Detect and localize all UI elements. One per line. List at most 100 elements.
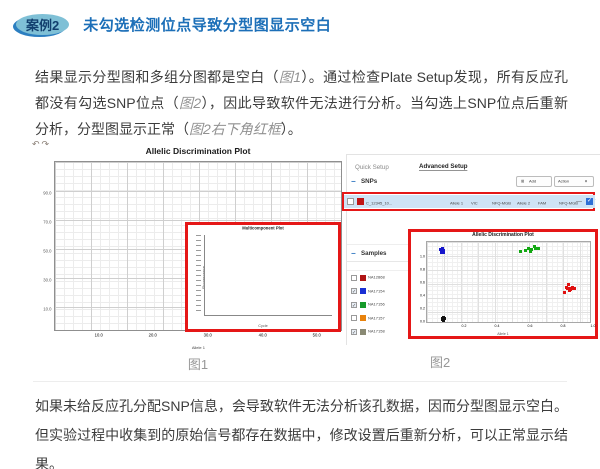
- fig1-plot-title: Allelic Discrimination Plot: [54, 146, 342, 156]
- xtick-label: 0.8: [561, 324, 566, 328]
- row-cell: [400, 193, 426, 211]
- sample-checkbox[interactable]: ✓: [351, 288, 357, 294]
- samples-section-header: − Samples: [347, 245, 408, 262]
- ytick-label: 90.0: [43, 191, 51, 196]
- snp-row-dash: —: [576, 199, 582, 205]
- scatter-point: [533, 245, 536, 248]
- redo-icon[interactable]: ↷: [42, 139, 52, 149]
- sample-name: NA17158: [368, 330, 385, 334]
- ytick-label: 30.0: [43, 278, 51, 283]
- xtick-label: 30.0: [204, 333, 212, 338]
- undo-icon[interactable]: ↶: [32, 139, 42, 149]
- text-segment: 图2: [179, 95, 201, 111]
- figure2-screenshot: Quick Setup Advanced Setup − SNPs ⊞Add A…: [346, 154, 600, 345]
- snp-selected-checkbox[interactable]: ✓: [586, 198, 593, 205]
- samples-panel: − Samples NA12868 ✓ NA17154 ✓ NA17156 NA17157…: [347, 244, 408, 346]
- text-segment: 结果显示分型图和多组分图都是空白（: [35, 69, 279, 85]
- xtick-label: 0.6: [528, 324, 533, 328]
- snps-label: SNPs: [361, 178, 377, 185]
- ytick-label: 0.2: [420, 307, 425, 311]
- row-cell: Allele 2: [517, 193, 538, 211]
- ytick-label: 50.0: [43, 249, 51, 254]
- xtick-label: 40.0: [258, 333, 266, 338]
- multicomponent-inset: Multicomponent Plot Fluorescence Cycle: [185, 222, 341, 332]
- fig2-caption: 图2: [430, 352, 450, 371]
- xtick-label: 50.0: [313, 333, 321, 338]
- sample-color-swatch: [360, 315, 366, 321]
- sample-name: NA17157: [368, 316, 385, 320]
- collapse-icon[interactable]: −: [351, 249, 361, 258]
- xtick-label: 10.0: [94, 333, 102, 338]
- xtick-label: 1.0: [591, 324, 596, 328]
- ad-plot-xlabel: Allele 1: [471, 332, 535, 336]
- sample-row[interactable]: ✓ NA17156: [347, 298, 408, 312]
- sample-checkbox[interactable]: [351, 315, 357, 321]
- text-segment: 图1: [279, 69, 301, 85]
- sample-color-swatch: [360, 288, 366, 294]
- snp-row-checkbox[interactable]: [347, 198, 354, 205]
- intro-paragraph: 结果显示分型图和多组分图都是空白（图1）。通过检查Plate Setup发现，所…: [35, 64, 568, 142]
- row-cell: Allele 1: [450, 193, 471, 211]
- ytick-label: 0.6: [420, 281, 425, 285]
- divider: [33, 381, 567, 382]
- xtick-label: 0.2: [462, 324, 467, 328]
- sample-color-swatch: [360, 302, 366, 308]
- snp-table-row[interactable]: C_12345_10... Allele 1VICNFQ-MGBAllele 2F…: [344, 195, 595, 208]
- sample-color-swatch: [360, 275, 366, 281]
- ad-plot-yticks: 1.00.80.60.40.20.0: [415, 241, 425, 323]
- scatter-point: [565, 286, 568, 289]
- tab-quick-setup[interactable]: Quick Setup: [355, 164, 389, 171]
- row-cell: [426, 193, 450, 211]
- ytick-label: 70.0: [43, 220, 51, 225]
- inset-xaxis-line: [204, 315, 332, 316]
- inset-ytick-marks: [196, 235, 201, 315]
- sample-name: NA17154: [368, 289, 385, 293]
- scatter-point: [441, 249, 444, 252]
- collapse-icon[interactable]: −: [351, 177, 361, 186]
- sample-checkbox[interactable]: [351, 275, 357, 281]
- page: 案例2 未勾选检测位点导致分型图显示空白 结果显示分型图和多组分图都是空白（图1…: [0, 0, 600, 469]
- add-button[interactable]: ⊞Add: [516, 176, 552, 187]
- scatter-point: [563, 291, 566, 294]
- add-icon: ⊞: [521, 179, 524, 183]
- row-cell: VIC: [471, 193, 492, 211]
- sample-row[interactable]: ✓ NA17154: [347, 285, 408, 299]
- ad-scatter-plot: [426, 241, 591, 323]
- xtick-label: 20.0: [149, 333, 157, 338]
- xtick-label: 0.4: [495, 324, 500, 328]
- scatter-point: [441, 317, 444, 320]
- sample-name: NA17156: [368, 303, 385, 307]
- row-cell: NFQ-MGB: [492, 193, 517, 211]
- fig1-yticks: 90.070.050.030.010.0: [28, 161, 51, 331]
- header: 案例2 未勾选检测位点导致分型图显示空白: [16, 14, 331, 35]
- closing-paragraph: 如果未给反应孔分配SNP信息，会导致软件无法分析该孔数据，因而分型图显示空白。但…: [35, 392, 568, 469]
- sample-row[interactable]: NA12868: [347, 271, 408, 285]
- inset-title: Multicomponent Plot: [232, 226, 295, 231]
- page-title: 未勾选检测位点导致分型图显示空白: [83, 14, 331, 35]
- ytick-label: 0.4: [420, 294, 425, 298]
- fig1-caption: 图1: [54, 354, 342, 373]
- scatter-point: [519, 250, 522, 253]
- action-button[interactable]: Action▾: [554, 176, 594, 187]
- setup-tabs: Quick Setup Advanced Setup: [355, 161, 498, 173]
- sample-row[interactable]: NA17157: [347, 312, 408, 326]
- sample-row[interactable]: ✓ NA17158: [347, 325, 408, 339]
- sample-checkbox[interactable]: ✓: [351, 329, 357, 335]
- snps-section-header: − SNPs ⊞Add Action▾: [351, 175, 596, 188]
- text-segment: ）。: [281, 121, 302, 137]
- sample-checkbox[interactable]: ✓: [351, 302, 357, 308]
- row-cell: FAM: [538, 193, 559, 211]
- text-segment: 图2右下角红框: [189, 121, 281, 137]
- tab-advanced-setup[interactable]: Advanced Setup: [419, 163, 468, 170]
- scatter-point: [529, 250, 532, 253]
- samples-list: NA12868 ✓ NA17154 ✓ NA17156 NA17157 ✓ NA17158: [347, 271, 408, 339]
- sample-name: NA12868: [368, 276, 385, 280]
- snp-row-cells: C_12345_10... Allele 1VICNFQ-MGBAllele 2F…: [366, 193, 595, 211]
- ad-plot-red-frame: Allelic Discrimination Plot 1.0 0.8 0.6 0.4…: [408, 229, 598, 339]
- ytick-label: 1.0: [420, 254, 425, 258]
- row-cell: C_12345_10...: [366, 193, 400, 211]
- ytick-label: 0.0: [420, 320, 425, 324]
- scatter-point: [537, 247, 540, 250]
- ad-plot-title: Allelic Discrimination Plot: [457, 232, 549, 238]
- inset-xlabel: Cycle: [235, 324, 292, 328]
